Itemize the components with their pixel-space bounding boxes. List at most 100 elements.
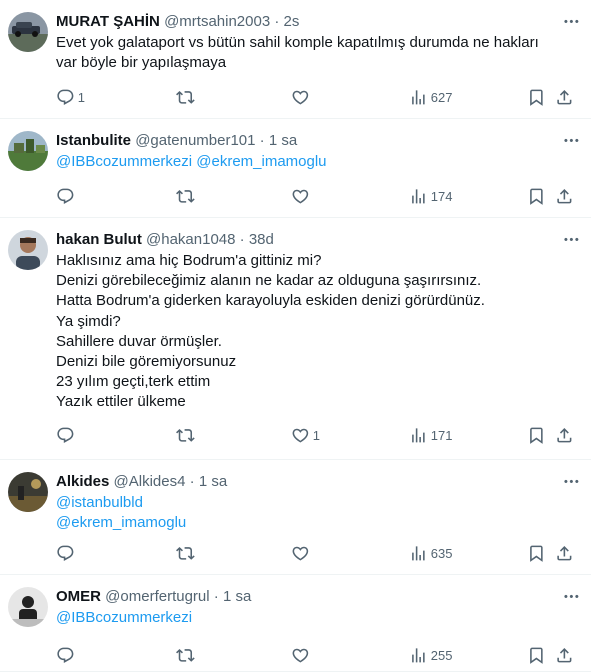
tweet-content: hakan Bulut @hakan1048 · 38d Haklısınız a… xyxy=(56,230,579,413)
more-icon[interactable] xyxy=(559,228,583,250)
timestamp[interactable]: 2s xyxy=(284,13,300,30)
heart-icon xyxy=(291,426,310,445)
more-icon[interactable] xyxy=(559,585,583,607)
views-count: 255 xyxy=(430,647,453,663)
tweet-text-line: Haklısınız ama hiç Bodrum'a gittiniz mi? xyxy=(56,252,322,269)
display-name[interactable]: Alkides xyxy=(56,473,109,490)
retweet-button[interactable] xyxy=(176,645,198,665)
share-icon xyxy=(555,88,574,107)
bookmark-button[interactable] xyxy=(527,87,546,107)
reply-icon xyxy=(56,646,75,665)
like-button[interactable]: 1 xyxy=(291,425,320,445)
heart-icon xyxy=(291,646,310,665)
display-name[interactable]: Istanbulite xyxy=(56,132,131,149)
retweet-button[interactable] xyxy=(176,87,198,107)
display-name[interactable]: hakan Bulut xyxy=(56,231,142,248)
tweet[interactable]: Alkides @Alkides4 · 1 sa @istanbulbld @ekr… xyxy=(0,460,591,575)
views-count: 171 xyxy=(430,427,453,443)
tweet[interactable]: OMER @omerfertugrul · 1 sa @IBBcozummerke… xyxy=(0,575,591,672)
share-button[interactable] xyxy=(555,87,574,107)
tweet-actions: 174 xyxy=(56,186,586,206)
reply-button[interactable]: 1 xyxy=(56,87,85,107)
tweet-header: hakan Bulut @hakan1048 · 38d xyxy=(56,230,579,250)
share-button[interactable] xyxy=(555,543,574,563)
user-handle[interactable]: @mrtsahin2003 xyxy=(164,13,270,30)
bookmark-button[interactable] xyxy=(527,425,546,445)
bookmark-button[interactable] xyxy=(527,645,546,665)
reply-button[interactable] xyxy=(56,543,78,563)
retweet-button[interactable] xyxy=(176,543,198,563)
avatar[interactable] xyxy=(8,12,48,52)
tweet[interactable]: Istanbulite @gatenumber101 · 1 sa @IBBcoz… xyxy=(0,119,591,218)
tweet[interactable]: hakan Bulut @hakan1048 · 38d Haklısınız a… xyxy=(0,218,591,460)
more-icon[interactable] xyxy=(559,470,583,492)
avatar[interactable] xyxy=(8,472,48,512)
tweet-content: Istanbulite @gatenumber101 · 1 sa @IBBcoz… xyxy=(56,131,579,172)
bookmark-icon xyxy=(527,187,546,206)
like-button[interactable] xyxy=(291,87,313,107)
views-count: 627 xyxy=(430,89,453,105)
user-handle[interactable]: @omerfertugrul xyxy=(105,588,209,605)
bookmark-icon xyxy=(527,426,546,445)
display-name[interactable]: OMER xyxy=(56,588,101,605)
share-button[interactable] xyxy=(555,425,574,445)
tweet-text: Evet yok galataport vs bütün sahil kompl… xyxy=(56,33,579,73)
retweet-icon xyxy=(176,426,195,445)
heart-icon xyxy=(291,187,310,206)
likes-count: 1 xyxy=(312,427,320,443)
like-button[interactable] xyxy=(291,186,313,206)
tweet-actions: 635 xyxy=(56,543,586,563)
reply-button[interactable] xyxy=(56,186,78,206)
views-icon xyxy=(409,426,428,445)
bookmark-button[interactable] xyxy=(527,543,546,563)
tweet-text: @IBBcozummerkezi xyxy=(56,608,579,628)
mention-link[interactable]: @IBBcozummerkezi xyxy=(56,608,579,628)
tweet-content: OMER @omerfertugrul · 1 sa @IBBcozummerke… xyxy=(56,587,579,628)
timestamp[interactable]: 1 sa xyxy=(223,588,251,605)
tweet-content: Alkides @Alkides4 · 1 sa @istanbulbld @ekr… xyxy=(56,472,579,533)
share-icon xyxy=(555,187,574,206)
user-handle[interactable]: @gatenumber101 xyxy=(135,132,255,149)
tweet-actions: 1 171 xyxy=(56,425,586,445)
share-button[interactable] xyxy=(555,186,574,206)
more-icon[interactable] xyxy=(559,129,583,151)
views-button[interactable]: 171 xyxy=(409,425,452,445)
like-button[interactable] xyxy=(291,645,313,665)
bookmark-button[interactable] xyxy=(527,186,546,206)
retweet-button[interactable] xyxy=(176,425,198,445)
tweet-text-line: var böyle bir yapılaşmaya xyxy=(56,54,227,72)
timestamp[interactable]: 1 sa xyxy=(199,473,227,490)
reply-icon xyxy=(56,88,75,107)
reply-button[interactable] xyxy=(56,645,78,665)
tweet-header: OMER @omerfertugrul · 1 sa xyxy=(56,587,579,607)
share-button[interactable] xyxy=(555,645,574,665)
mention-link[interactable]: @IBBcozummerkezi @ekrem_imamoglu xyxy=(56,152,579,172)
share-icon xyxy=(555,544,574,563)
timestamp[interactable]: 1 sa xyxy=(269,132,297,149)
display-name[interactable]: MURAT ŞAHİN xyxy=(56,13,160,30)
bookmark-icon xyxy=(527,544,546,563)
views-button[interactable]: 635 xyxy=(409,543,452,563)
more-icon[interactable] xyxy=(559,10,583,32)
tweet[interactable]: MURAT ŞAHİN @mrtsahin2003 · 2s Evet yok g… xyxy=(0,0,591,119)
views-button[interactable]: 627 xyxy=(409,87,452,107)
avatar[interactable] xyxy=(8,131,48,171)
user-handle[interactable]: @Alkides4 xyxy=(114,473,186,490)
tweet-text: Haklısınız ama hiç Bodrum'a gittiniz mi?… xyxy=(56,251,579,413)
views-icon xyxy=(409,544,428,563)
views-button[interactable]: 255 xyxy=(409,645,452,665)
avatar[interactable] xyxy=(8,587,48,627)
mention-link[interactable]: @istanbulbld xyxy=(56,493,579,513)
user-handle[interactable]: @hakan1048 xyxy=(146,231,235,248)
views-count: 635 xyxy=(430,545,453,561)
heart-icon xyxy=(291,544,310,563)
retweet-button[interactable] xyxy=(176,186,198,206)
tweet-header: MURAT ŞAHİN @mrtsahin2003 · 2s xyxy=(56,12,579,32)
mention-link[interactable]: @ekrem_imamoglu xyxy=(56,513,579,533)
tweet-text: @istanbulbld @ekrem_imamoglu xyxy=(56,493,579,533)
views-button[interactable]: 174 xyxy=(409,186,452,206)
avatar[interactable] xyxy=(8,230,48,270)
like-button[interactable] xyxy=(291,543,313,563)
timestamp[interactable]: 38d xyxy=(249,231,274,248)
reply-button[interactable] xyxy=(56,425,78,445)
